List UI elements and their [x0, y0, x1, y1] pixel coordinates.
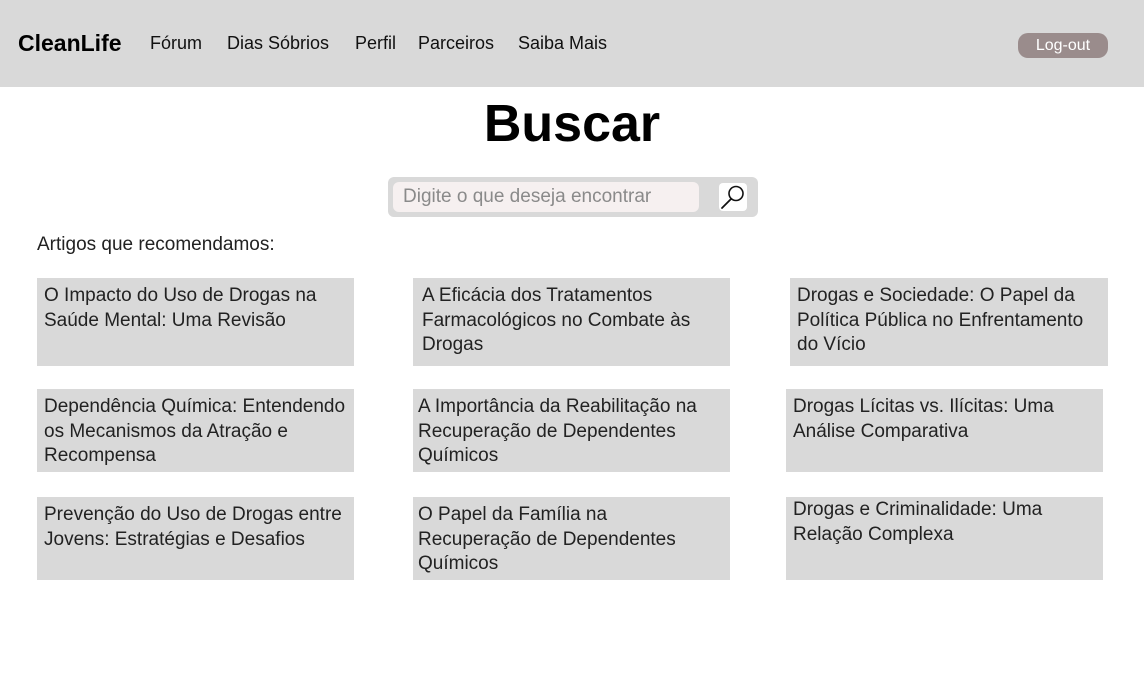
article-card[interactable]: A Importância da Reabilitação na Recuper… — [413, 389, 730, 472]
search-bar — [388, 177, 758, 217]
article-card[interactable]: O Papel da Família na Recuperação de Dep… — [413, 497, 730, 580]
article-card[interactable]: Drogas e Sociedade: O Papel da Política … — [790, 278, 1108, 366]
nav-item-saiba-mais[interactable]: Saiba Mais — [518, 33, 607, 54]
top-navbar: CleanLife Fórum Dias Sóbrios Perfil Parc… — [0, 0, 1144, 87]
article-card[interactable]: O Impacto do Uso de Drogas na Saúde Ment… — [37, 278, 354, 366]
article-card[interactable]: A Eficácia dos Tratamentos Farmacológico… — [413, 278, 730, 366]
article-card[interactable]: Drogas e Criminalidade: Uma Relação Comp… — [786, 497, 1103, 580]
brand-logo[interactable]: CleanLife — [18, 30, 122, 57]
page-title: Buscar — [483, 95, 661, 153]
nav-item-forum[interactable]: Fórum — [150, 33, 202, 54]
nav-item-perfil[interactable]: Perfil — [355, 33, 396, 54]
article-card[interactable]: Dependência Química: Entendendo os Mecan… — [37, 389, 354, 472]
article-card[interactable]: Prevenção do Uso de Drogas entre Jovens:… — [37, 497, 354, 580]
logout-button[interactable]: Log-out — [1018, 33, 1108, 58]
search-input[interactable] — [393, 182, 699, 212]
nav-item-dias-sobrios[interactable]: Dias Sóbrios — [227, 33, 329, 54]
article-card[interactable]: Drogas Lícitas vs. Ilícitas: Uma Análise… — [786, 389, 1103, 472]
nav-item-parceiros[interactable]: Parceiros — [418, 33, 494, 54]
recommended-articles-label: Artigos que recomendamos: — [37, 234, 275, 255]
search-icon — [721, 185, 744, 209]
search-button[interactable] — [719, 183, 747, 211]
